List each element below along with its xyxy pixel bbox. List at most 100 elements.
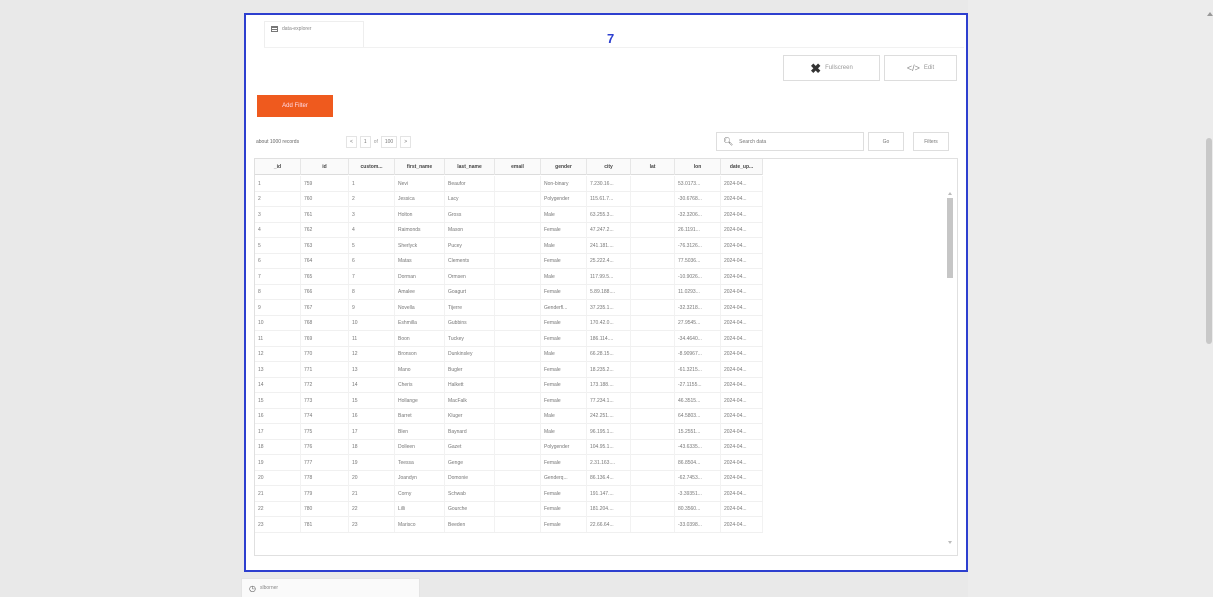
table-cell: Female bbox=[541, 501, 587, 517]
table-cell: 2024-04... bbox=[721, 269, 763, 284]
filters-button[interactable]: Filters bbox=[913, 132, 949, 151]
table-cell bbox=[631, 486, 675, 501]
selected-panel-frame: 7 data-explorer ✖ Fullscreen </> Edit Ad… bbox=[244, 13, 968, 572]
add-filter-button[interactable]: Add Filter bbox=[257, 95, 333, 117]
table-cell: 14 bbox=[349, 377, 395, 393]
tab-data-explorer[interactable]: data-explorer bbox=[264, 21, 364, 48]
table-row[interactable]: 9 767 9 Novella Tijerre Genderfl... 37.235.1..… bbox=[255, 300, 763, 316]
grid-header: _id id custom... first_name last_name email ge… bbox=[255, 159, 763, 175]
table-cell: Baynard bbox=[445, 424, 495, 439]
column-header[interactable]: date_up... bbox=[721, 159, 763, 175]
table-row[interactable]: 12 770 12 Bronson Dunkinsley Male 66.28.15... -… bbox=[255, 346, 763, 362]
table-row[interactable]: 11 769 11 Boon Tuckey Female 186.114.... -34.46… bbox=[255, 331, 763, 347]
page-scrollbar[interactable] bbox=[1205, 0, 1213, 597]
table-cell: Hollange bbox=[395, 393, 445, 408]
table-cell: 765 bbox=[301, 269, 349, 284]
table-row[interactable]: 3 761 3 Holton Gross Male 63.255.3... -32.3206.… bbox=[255, 207, 763, 223]
grid-scroll-down-icon[interactable] bbox=[948, 541, 952, 544]
table-cell: 774 bbox=[301, 408, 349, 424]
next-page-button[interactable]: > bbox=[400, 136, 412, 148]
table-row[interactable]: 21 779 21 Corny Schwab Female 191.147.... -3.39… bbox=[255, 486, 763, 502]
table-row[interactable]: 1 759 1 Nevi Beaufor Non-binary 7.230.16... 53.… bbox=[255, 176, 763, 192]
table-cell bbox=[495, 238, 541, 253]
fullscreen-button[interactable]: ✖ Fullscreen bbox=[783, 55, 880, 81]
table-cell: Corny bbox=[395, 486, 445, 501]
table-cell bbox=[495, 346, 541, 362]
table-row[interactable]: 5 763 5 Sherlyck Pucey Male 241.181.... -76.312… bbox=[255, 238, 763, 254]
table-cell: Female bbox=[541, 222, 587, 238]
table-cell: 46.3515... bbox=[675, 393, 721, 408]
table-cell: 3 bbox=[255, 207, 301, 222]
table-row[interactable]: 13 771 13 Mano Bugler Female 18.235.2... -61.32… bbox=[255, 362, 763, 378]
bottom-tab[interactable]: ◷ slborner bbox=[241, 578, 420, 597]
table-cell bbox=[495, 424, 541, 439]
table-row[interactable]: 14 772 14 Cheris Halkett Female 173.188.... -27… bbox=[255, 377, 763, 393]
table-row[interactable]: 6 764 6 Matas Clements Female 25.222.4... 77.50… bbox=[255, 253, 763, 269]
grid-scroll-up-icon[interactable] bbox=[948, 192, 952, 195]
table-cell: 8 bbox=[349, 284, 395, 300]
table-cell: Male bbox=[541, 207, 587, 222]
page-total: 100 bbox=[380, 136, 398, 148]
table-cell bbox=[495, 362, 541, 377]
table-cell: 10 bbox=[255, 315, 301, 331]
go-button[interactable]: Go bbox=[868, 132, 904, 151]
table-row[interactable]: 4 762 4 Raimonds Mason Female 47.247.2... 26.11… bbox=[255, 222, 763, 238]
table-cell: 770 bbox=[301, 346, 349, 362]
page-scroll-thumb[interactable] bbox=[1206, 138, 1212, 344]
table-row[interactable]: 2 760 2 Jessica Lacy Polygender 115.61.7... -30… bbox=[255, 191, 763, 207]
table-cell: 777 bbox=[301, 455, 349, 470]
page-number-input[interactable]: 1 bbox=[359, 136, 371, 148]
table-cell: 6 bbox=[349, 253, 395, 269]
table-cell: 173.188.... bbox=[587, 377, 631, 393]
table-cell: Non-binary bbox=[541, 176, 587, 191]
table-row[interactable]: 23 781 23 Marisco Beeden Female 22.66.64... -33… bbox=[255, 517, 763, 533]
table-row[interactable]: 16 774 16 Barret Kluger Male 242.251.... 64.580… bbox=[255, 408, 763, 424]
table-row[interactable]: 19 777 19 Teessa Genge Female 2.31.163.... 86.8… bbox=[255, 455, 763, 471]
search-input[interactable] bbox=[739, 138, 850, 145]
column-header[interactable]: id bbox=[301, 159, 349, 175]
table-cell: 8 bbox=[255, 284, 301, 300]
column-header[interactable]: last_name bbox=[445, 159, 495, 175]
table-cell: Kluger bbox=[445, 408, 495, 424]
column-header[interactable]: custom... bbox=[349, 159, 395, 175]
column-header[interactable]: lat bbox=[631, 159, 675, 175]
search-box[interactable]: 🔍︎ bbox=[716, 132, 864, 151]
column-header[interactable]: gender bbox=[541, 159, 587, 175]
table-icon bbox=[271, 26, 278, 32]
table-cell bbox=[631, 439, 675, 455]
table-row[interactable]: 18 776 18 Dolleen Gazet Polygender 104.95.1...… bbox=[255, 439, 763, 455]
table-cell: 2.31.163.... bbox=[587, 455, 631, 470]
table-row[interactable]: 10 768 10 Eshmilla Gubbins Female 170.42.0... 2… bbox=[255, 315, 763, 331]
table-cell bbox=[631, 315, 675, 331]
table-cell: Sherlyck bbox=[395, 238, 445, 253]
table-cell: Genderq... bbox=[541, 470, 587, 486]
grid-scroll-thumb[interactable] bbox=[947, 198, 953, 278]
table-row[interactable]: 7 765 7 Dorman Ormsen Male 117.99.5... -10.9026… bbox=[255, 269, 763, 285]
grid-scrollbar[interactable] bbox=[943, 176, 957, 554]
table-cell bbox=[631, 222, 675, 238]
table-cell bbox=[495, 455, 541, 470]
table-row[interactable]: 20 778 20 Joandyn Domonie Genderq... 86.136.4.… bbox=[255, 470, 763, 486]
fullscreen-label: Fullscreen bbox=[825, 65, 853, 71]
table-cell: 66.28.15... bbox=[587, 346, 631, 362]
column-header[interactable]: email bbox=[495, 159, 541, 175]
table-cell: 13 bbox=[349, 362, 395, 377]
table-cell: Boon bbox=[395, 331, 445, 346]
column-header[interactable]: _id bbox=[255, 159, 301, 175]
column-header[interactable]: city bbox=[587, 159, 631, 175]
table-cell: 11 bbox=[255, 331, 301, 346]
prev-page-button[interactable]: < bbox=[346, 136, 357, 148]
column-header[interactable]: first_name bbox=[395, 159, 445, 175]
table-cell: Genderfl... bbox=[541, 300, 587, 315]
edit-button[interactable]: </> Edit bbox=[884, 55, 957, 81]
table-row[interactable]: 15 773 15 Hollange MacFalk Female 77.234.1... 4… bbox=[255, 393, 763, 409]
column-header[interactable]: lon bbox=[675, 159, 721, 175]
table-cell: 37.235.1... bbox=[587, 300, 631, 315]
table-row[interactable]: 22 780 22 Lilli Gourche Female 181.204.... 80.3… bbox=[255, 501, 763, 517]
table-row[interactable]: 8 766 8 Amalee Goagurt Female 5.89.188.... 11.0… bbox=[255, 284, 763, 300]
table-cell: Barret bbox=[395, 408, 445, 424]
table-row[interactable]: 17 775 17 Blen Baynard Male 96.195.1... 15.2551… bbox=[255, 424, 763, 440]
bottom-tab-label: slborner bbox=[259, 585, 279, 591]
frame-number-label: 7 bbox=[607, 31, 615, 46]
scroll-up-arrow-icon[interactable] bbox=[1207, 12, 1213, 16]
